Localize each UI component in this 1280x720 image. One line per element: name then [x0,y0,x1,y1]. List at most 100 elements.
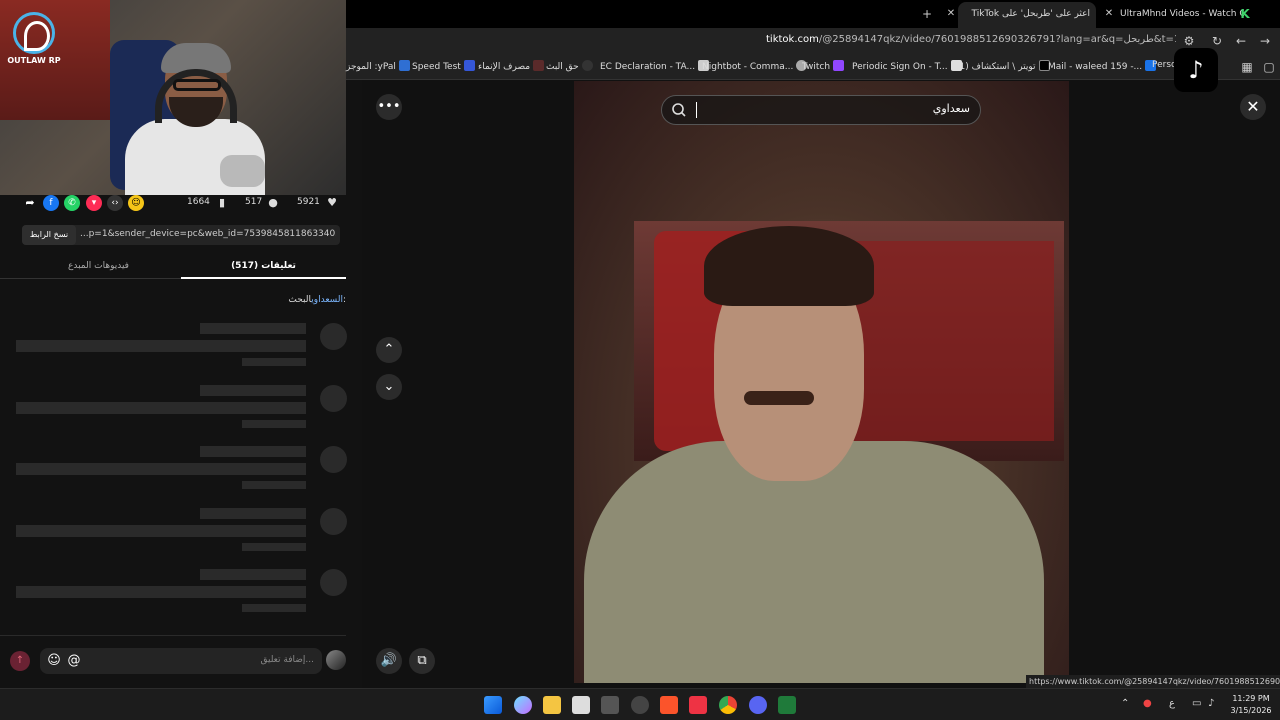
next-video-button[interactable]: ⌄ [376,374,402,400]
input-language[interactable]: ع [1169,698,1175,709]
send-comment-button[interactable]: ↑ [10,651,30,671]
bookmark-label: Twitch [802,62,831,72]
bookmark-item[interactable]: Speed Test [412,60,478,72]
copilot-icon[interactable] [514,696,532,714]
comment-count: 517 [245,197,263,207]
search-icon[interactable] [670,101,688,119]
action-row: ➦ f ✆ ▾ ‹› ☺ 1664 ▮ 517 ● 5921 ♥ [0,195,346,211]
volume-button[interactable]: 🔊 [376,648,402,674]
tab-creator-videos[interactable]: فيديوهات المبدع [16,255,181,279]
reload-icon[interactable]: ↻ [1208,32,1226,50]
chrome-icon[interactable] [719,696,737,714]
panel-tabs: فيديوهات المبدع (517) تعليقات [0,255,346,279]
bookmark-item[interactable]: Mail - waleed 159 -... [1048,60,1159,72]
comment-icon[interactable]: ● [265,195,281,211]
address-bar[interactable]: tiktok.com/@25894147qkz/video/7601988512… [346,28,1280,54]
comment-input[interactable]: ☺ @ إضافة تعليق... [40,648,322,674]
heart-icon[interactable]: ♥ [324,195,340,211]
tiktok-send-icon[interactable]: ▾ [86,195,102,211]
bookmark-item[interactable]: مصرف الإنماء [478,60,547,72]
share-link-row: نسخ الرابط ...p=1&sender_device=pc&web_i… [22,225,340,245]
logo-text: OUTLAW RP [7,56,61,65]
search-query: سعداوي [932,102,970,115]
tab-ultramhnd[interactable]: UltraMhnd Videos - Watch On [1114,2,1244,28]
bookmark-label: (1) تويتر \ استكشاف [956,62,1036,72]
brave-icon[interactable] [660,696,678,714]
date: 3/15/2026 [1230,706,1272,715]
bookmark-icon[interactable]: ▮ [214,195,230,211]
bookmark-item[interactable]: (1) تويتر \ استكشاف [956,60,1053,72]
whatsapp-icon[interactable]: ✆ [64,195,80,211]
comment-search-label: السعداويالبحث: [0,295,346,305]
bookmarks-bar: الموجز :yPal Speed Test مصرف الإنماء حق … [346,54,1280,80]
share-link-text[interactable]: ...p=1&sender_device=pc&web_id=753984581… [80,229,336,239]
emoji-icon[interactable]: ☺ [46,653,62,669]
more-options-button[interactable]: ••• [376,94,402,120]
bookmark-item[interactable]: Nightbot - Comma... [702,60,810,72]
tab-tiktok-search[interactable]: اعثر على 'طربحل' على TikTok [958,2,1096,28]
volume-icon[interactable]: ♪ [1208,698,1214,709]
stream-logo: OUTLAW RP [4,12,64,65]
bookmark-label: مصرف الإنماء [478,62,531,72]
pip-button[interactable]: ⧉ [409,648,435,674]
embed-icon[interactable]: ‹› [107,195,123,211]
share-icon[interactable]: ➦ [22,195,38,211]
video-subject-hair [704,226,874,306]
avatar [326,650,346,670]
network-icon[interactable]: ▭ [1192,698,1201,709]
app-icon[interactable] [689,696,707,714]
emoji-share-icon[interactable]: ☺ [128,195,144,211]
file-explorer-icon[interactable] [543,696,561,714]
bank-icon [533,60,545,71]
bookmark-item[interactable]: EC Declaration - TA... [600,60,712,72]
copy-link-button[interactable]: نسخ الرابط [22,225,76,245]
comment-skeleton [0,505,347,567]
microphone-icon[interactable]: ● [1143,698,1152,709]
forward-icon[interactable]: → [1256,32,1274,50]
bookmark-item[interactable]: Periodic Sign On - T... [852,60,965,72]
bookmark-label: Speed Test [412,62,461,72]
twitch-icon [833,60,845,71]
like-count: 5921 [297,197,320,207]
tab-label: اعثر على 'طربحل' على TikTok [971,9,1090,19]
comment-placeholder: إضافة تعليق... [260,655,314,665]
details-panel: ➦ f ✆ ▾ ‹› ☺ 1664 ▮ 517 ● 5921 ♥ نسخ الر… [0,195,347,688]
new-tab-button[interactable]: + [918,5,936,23]
comment-list [0,320,347,628]
tab-label: UltraMhnd Videos - Watch On [1120,9,1244,19]
sidebar-icon[interactable]: ▢ [1260,58,1278,76]
discord-icon[interactable] [749,696,767,714]
paypal-icon [398,60,410,71]
video-player[interactable] [574,81,1069,683]
back-icon[interactable]: ← [1232,32,1250,50]
bookmark-label: Nightbot - Comma... [702,62,794,72]
capture-icon[interactable] [631,696,649,714]
taskbar: ⌃ ● ع ▭ ♪ 11:29 PM 3/15/2026 [0,688,1280,720]
start-icon[interactable] [484,696,502,714]
comment-skeleton [0,320,347,382]
clock[interactable]: 11:29 PM 3/15/2026 [1226,693,1276,717]
calculator-icon[interactable] [601,696,619,714]
tray-chevron-icon[interactable]: ⌃ [1121,698,1129,709]
close-button[interactable]: ✕ [1240,94,1266,120]
url-text[interactable]: tiktok.com/@25894147qkz/video/7601988512… [766,34,1176,45]
previous-video-button[interactable]: ⌃ [376,337,402,363]
speedtest-icon [463,60,475,71]
mention-icon[interactable]: @ [66,653,82,669]
video-subject-mustache [744,391,814,405]
tab-comments[interactable]: (517) تعليقات [181,255,346,279]
bookmark-item[interactable]: الموجز :yPal [346,60,413,72]
bookmark-label: Mail - waleed 159 -... [1048,62,1143,72]
bookmark-label: EC Declaration - TA... [600,62,696,72]
save-count: 1664 [187,197,210,207]
store-icon[interactable] [572,696,590,714]
facebook-icon[interactable]: f [43,195,59,211]
text-caret [696,102,697,118]
bookmark-item[interactable]: Twitch [802,60,847,72]
bookmark-item[interactable]: حق البث [546,60,596,72]
extensions-icon[interactable]: ▦ [1238,58,1256,76]
status-url: https://www.tiktok.com/@25894147qkz/vide… [1026,675,1280,688]
excel-icon[interactable] [778,696,796,714]
search-term[interactable]: السعداوي [311,295,343,305]
tiktok-search-box[interactable]: سعداوي [661,95,981,125]
